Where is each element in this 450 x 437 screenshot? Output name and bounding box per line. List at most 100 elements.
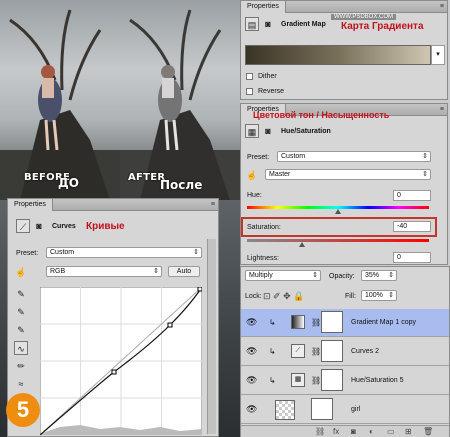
mask-icon[interactable]: ◙ — [32, 219, 46, 233]
opacity-label: Opacity: — [329, 273, 355, 280]
hue-label: Hue: — [247, 192, 262, 199]
panel-title: Curves — [52, 223, 76, 230]
blend-mode-select[interactable]: Multiply — [245, 270, 321, 281]
curve-point — [197, 287, 202, 292]
layer-row[interactable]: 👁 ↳ ⟋ ⛓ Curves 2 — [241, 338, 449, 366]
gray-eyedropper-icon[interactable]: ✎ — [14, 305, 28, 319]
black-eyedropper-icon[interactable]: ✎ — [14, 287, 28, 301]
hue-saturation-icon: ▦ — [245, 124, 259, 138]
channel-select[interactable]: RGB — [46, 266, 162, 277]
mask-icon[interactable]: ◙ — [261, 124, 275, 138]
layer-mask-thumb[interactable] — [321, 369, 343, 391]
preset-select[interactable]: Custom — [277, 151, 431, 162]
hue-slider-thumb[interactable] — [335, 209, 341, 214]
fill-input[interactable]: 100% — [361, 290, 397, 301]
saturation-input[interactable]: -40 — [393, 221, 431, 232]
gradient-map-ru-title: Карта Градиента — [341, 21, 424, 32]
hue-input[interactable]: 0 — [393, 190, 431, 201]
layer-mask-thumb[interactable] — [321, 340, 343, 362]
layers-panel: Multiply Opacity: 35% Lock: ⊡ ✐ ✥ 🔒 Fill… — [240, 266, 450, 437]
smooth-icon[interactable]: ≈ — [14, 377, 28, 391]
white-eyedropper-icon[interactable]: ✎ — [14, 323, 28, 337]
preset-label: Preset: — [16, 250, 39, 257]
layer-row[interactable]: 👁 girl — [241, 396, 449, 424]
dither-label: Dither — [258, 73, 277, 80]
panel-title: Gradient Map — [281, 21, 326, 28]
curves-graph[interactable] — [40, 287, 202, 435]
mask-icon[interactable]: ◙ — [261, 17, 275, 31]
curve-point-icon[interactable]: ∿ — [14, 341, 28, 355]
trash-icon[interactable]: 🗑 — [423, 427, 433, 436]
before-after-photo: BEFORE ДО AFTER После — [0, 0, 240, 200]
after-image — [120, 0, 240, 200]
curves-icon: ⟋ — [16, 219, 30, 233]
group-icon[interactable]: ▭ — [387, 427, 395, 436]
huesat-ru-title: Цветовой тон / Насыщенность — [253, 110, 390, 120]
new-layer-icon[interactable]: ⊞ — [405, 427, 412, 436]
clip-arrow-icon: ↳ — [269, 318, 276, 327]
step-number-badge: 5 — [6, 393, 40, 427]
layer-name: girl — [351, 406, 361, 413]
panel-menu-icon[interactable]: ≡ — [440, 3, 444, 10]
visibility-eye-icon[interactable]: 👁 — [246, 346, 257, 357]
layer-mask-thumb[interactable] — [321, 311, 343, 333]
chain-link-icon[interactable]: ⛓ — [311, 376, 321, 385]
gradient-preview[interactable] — [245, 45, 431, 65]
lightness-input[interactable]: 0 — [393, 252, 431, 263]
layer-row[interactable]: 👁 ↳ ⛓ Gradient Map 1 copy — [241, 309, 449, 337]
saturation-label: Saturation: — [247, 224, 281, 231]
tab-properties[interactable]: Properties — [8, 199, 53, 211]
hue-saturation-thumb: ▦ — [291, 373, 305, 387]
chain-link-icon[interactable]: ⛓ — [311, 347, 321, 356]
panel-menu-icon[interactable]: ≡ — [440, 106, 444, 113]
layer-row[interactable]: 👁 ↳ ▦ ⛓ Hue/Saturation 5 — [241, 367, 449, 395]
layer-thumb — [275, 400, 295, 420]
curves-ru-title: Кривые — [86, 221, 125, 232]
preset-label: Preset: — [247, 154, 270, 161]
reverse-checkbox[interactable] — [246, 88, 253, 95]
tab-properties[interactable]: Properties — [241, 1, 286, 13]
on-image-adjust-icon[interactable]: ☝ — [245, 168, 259, 182]
fill-label: Fill: — [345, 293, 356, 300]
gradient-map-thumb — [291, 315, 305, 329]
opacity-input[interactable]: 35% — [361, 270, 397, 281]
visibility-eye-icon[interactable]: 👁 — [246, 317, 257, 328]
watermark: WWW.PSDBOX.COM — [331, 14, 396, 20]
curves-thumb: ⟋ — [291, 344, 305, 358]
chain-link-icon[interactable]: ⛓ — [311, 318, 321, 327]
reverse-label: Reverse — [258, 88, 285, 95]
visibility-eye-icon[interactable]: 👁 — [246, 404, 257, 415]
curve-point — [111, 369, 117, 375]
fx-icon[interactable]: fx — [333, 427, 339, 436]
layer-name: Hue/Saturation 5 — [351, 377, 404, 384]
layer-mask-thumb[interactable] — [311, 398, 333, 420]
layer-name: Curves 2 — [351, 348, 380, 355]
auto-button[interactable]: Auto — [168, 266, 200, 277]
dither-checkbox[interactable] — [246, 73, 253, 80]
preset-select[interactable]: Custom — [46, 247, 202, 258]
saturation-slider-thumb[interactable] — [299, 242, 305, 247]
panel-title: Hue/Saturation — [281, 128, 331, 135]
link-icon[interactable]: ⛓ — [315, 427, 325, 436]
after-caption-ru: После — [160, 178, 203, 192]
layer-name: Gradient Map 1 copy — [351, 319, 416, 326]
scrollbar[interactable] — [207, 239, 216, 434]
clip-arrow-icon: ↳ — [269, 347, 276, 356]
mask-icon[interactable]: ◙ — [351, 427, 356, 436]
clip-arrow-icon: ↳ — [269, 376, 276, 385]
lock-icons[interactable]: ⊡ ✐ ✥ 🔒 — [263, 291, 304, 302]
gradient-panel-tabbar: Properties ≡ — [241, 1, 447, 13]
adjustment-icon[interactable]: ◐ — [369, 427, 374, 436]
pencil-icon[interactable]: ✏ — [14, 359, 28, 373]
visibility-eye-icon[interactable]: 👁 — [246, 375, 257, 386]
lightness-label: Lightness: — [247, 255, 279, 262]
saturation-slider-track[interactable] — [247, 239, 429, 242]
layers-footer: ⛓ fx ◙ ◐ ▭ ⊞ 🗑 — [241, 425, 449, 437]
panel-menu-icon[interactable]: ≡ — [211, 201, 215, 208]
gradient-dropdown[interactable]: ▾ — [431, 45, 445, 65]
gradient-map-icon: ▤ — [245, 17, 259, 31]
hue-saturation-panel: Properties ≡ Цветовой тон / Насыщенность… — [240, 103, 448, 265]
curves-panel-tabbar: Properties ≡ — [8, 199, 218, 211]
channel-select[interactable]: Master — [265, 169, 431, 180]
on-image-adjust-icon[interactable]: ☝ — [14, 265, 28, 279]
